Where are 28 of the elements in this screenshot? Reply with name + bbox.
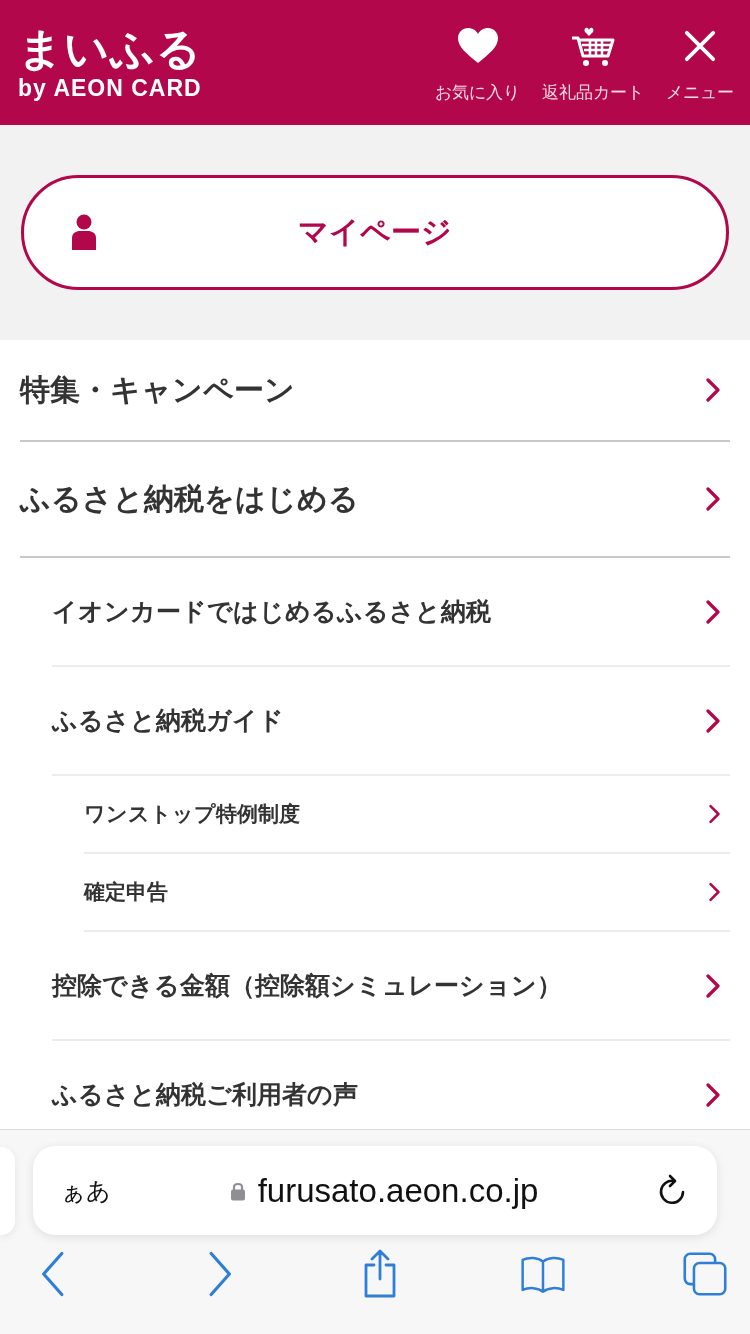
close-icon xyxy=(684,30,716,62)
chevron-right-icon xyxy=(709,804,720,824)
chevron-right-icon xyxy=(706,707,720,734)
chevron-right-icon xyxy=(709,882,720,902)
url-text: furusato.aeon.co.jp xyxy=(257,1171,539,1210)
mypage-button[interactable]: マイページ xyxy=(21,175,729,290)
favorites-button[interactable]: お気に入り xyxy=(435,21,520,104)
menu-item[interactable]: 控除できる金額（控除額シミュレーション） xyxy=(52,932,730,1041)
chevron-right-icon xyxy=(706,486,720,512)
address-bar[interactable]: ぁあ furusato.aeon.co.jp xyxy=(33,1146,717,1235)
text-size-button[interactable]: ぁあ xyxy=(61,1174,111,1207)
heart-icon xyxy=(457,28,498,64)
cart-button[interactable]: 返礼品カート xyxy=(542,21,644,104)
menu-item[interactable]: イオンカードではじめるふるさと納税 xyxy=(52,558,730,667)
lock-icon xyxy=(229,1180,246,1201)
chevron-right-icon xyxy=(706,1081,720,1108)
menu-item[interactable]: ふるさと納税をはじめる xyxy=(20,442,730,558)
menu-item[interactable]: ワンストップ特例制度 xyxy=(84,776,730,854)
chevron-right-icon xyxy=(706,598,720,625)
logo-text[interactable]: まいふる xyxy=(18,23,202,75)
chevron-right-icon xyxy=(706,972,720,999)
menu-item[interactable]: ふるさと納税ガイド xyxy=(52,667,730,776)
logo-subtitle: by AEON CARD xyxy=(18,75,202,102)
menu-item[interactable]: 確定申告 xyxy=(84,854,730,932)
menu-item[interactable]: 特集・キャンペーン xyxy=(20,340,730,442)
person-icon xyxy=(70,214,98,250)
close-menu-button[interactable]: メニュー xyxy=(666,21,734,104)
chevron-right-icon xyxy=(706,377,720,403)
